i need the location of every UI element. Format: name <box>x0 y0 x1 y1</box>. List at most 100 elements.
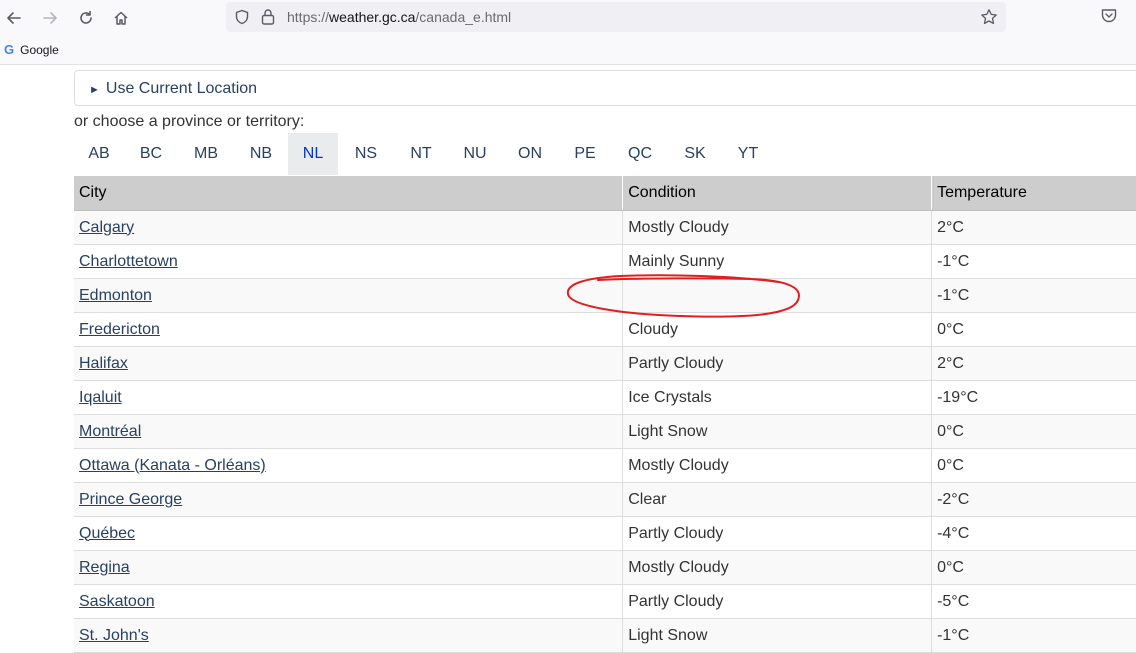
table-row: Québec Partly Cloudy -4°C <box>74 516 1136 551</box>
temperature-cell: 0°C <box>931 414 1136 449</box>
temperature-cell: -19°C <box>931 380 1136 415</box>
url-prefix: https:// <box>287 9 330 25</box>
province-tab-nl[interactable]: NL <box>288 133 338 175</box>
table-row: Ottawa (Kanata - Orléans) Mostly Cloudy 0°… <box>74 448 1136 483</box>
temperature-cell: -4°C <box>931 516 1136 551</box>
city-link[interactable]: Saskatoon <box>79 593 155 610</box>
province-tab-pe[interactable]: PE <box>558 133 612 175</box>
province-tab-label: ON <box>518 145 542 162</box>
temperature-cell: -5°C <box>931 584 1136 619</box>
table-row: St. John's Light Snow -1°C <box>74 618 1136 653</box>
shield-icon[interactable] <box>234 9 250 25</box>
condition-cell: Mostly Cloudy <box>622 210 933 245</box>
temperature-column-header[interactable]: Temperature <box>931 176 1136 211</box>
province-tab-label: MB <box>194 145 218 162</box>
pocket-icon[interactable] <box>1100 7 1118 25</box>
province-tab-yt[interactable]: YT <box>722 133 774 175</box>
province-tab-label: NS <box>354 145 378 162</box>
province-tab-sk[interactable]: SK <box>668 133 722 175</box>
temperature-cell: -1°C <box>931 278 1136 313</box>
forward-button[interactable] <box>36 4 64 32</box>
browser-toolbar: https://weather.gc.ca/canada_e.html <box>0 0 1136 36</box>
condition-cell: Partly Cloudy <box>622 346 933 381</box>
city-cell: Québec <box>74 516 624 551</box>
condition-cell: Partly Cloudy <box>622 584 933 619</box>
city-link[interactable]: Ottawa (Kanata - Orléans) <box>79 457 266 474</box>
table-row: Calgary Mostly Cloudy 2°C <box>74 210 1136 245</box>
url-host: weather.gc.ca <box>329 9 416 25</box>
back-arrow-icon <box>7 12 21 24</box>
condition-cell: Light Snow <box>622 414 933 449</box>
condition-cell: Mostly Cloudy <box>622 448 933 483</box>
back-button[interactable] <box>0 4 28 32</box>
province-tab-nb[interactable]: NB <box>234 133 288 175</box>
city-link[interactable]: Québec <box>79 525 135 542</box>
province-tab-label: AB <box>88 145 110 162</box>
temperature-cell: 0°C <box>931 448 1136 483</box>
url-text[interactable]: https://weather.gc.ca/canada_e.html <box>287 9 511 25</box>
province-tab-nt[interactable]: NT <box>394 133 448 175</box>
bookmark-label: Google <box>20 42 59 57</box>
province-tab-label: SK <box>684 145 706 162</box>
reload-button[interactable] <box>72 4 100 32</box>
forward-arrow-icon <box>43 12 57 24</box>
city-link[interactable]: Charlottetown <box>79 253 178 270</box>
table-row: Montréal Light Snow 0°C <box>74 414 1136 449</box>
temperature-cell: -1°C <box>931 618 1136 653</box>
city-link[interactable]: Regina <box>79 559 130 576</box>
condition-column-header[interactable]: Condition <box>622 176 933 211</box>
province-tab-label: PE <box>574 145 596 162</box>
use-current-location-summary[interactable]: ► Use Current Location <box>89 80 257 98</box>
city-cell: Iqaluit <box>74 380 624 415</box>
province-tab-qc[interactable]: QC <box>612 133 668 175</box>
city-cell: Edmonton <box>74 278 624 313</box>
city-link[interactable]: Halifax <box>79 355 128 372</box>
province-tab-nu[interactable]: NU <box>448 133 502 175</box>
temperature-cell: 2°C <box>931 210 1136 245</box>
city-link[interactable]: Fredericton <box>79 321 160 338</box>
city-cell: Fredericton <box>74 312 624 347</box>
google-icon: G <box>4 42 15 57</box>
bookmark-google[interactable]: G Google <box>4 42 59 57</box>
city-link[interactable]: Montréal <box>79 423 141 440</box>
home-button[interactable] <box>107 4 135 32</box>
city-cell: Charlottetown <box>74 244 624 279</box>
temperature-cell: 0°C <box>931 550 1136 585</box>
province-tab-label: NT <box>410 145 432 162</box>
table-row: Fredericton Cloudy 0°C <box>74 312 1136 347</box>
city-weather-table: City Condition Temperature Calgary Mostly… <box>74 176 1136 653</box>
province-tab-ns[interactable]: NS <box>338 133 394 175</box>
city-link[interactable]: St. John's <box>79 627 149 644</box>
province-tab-bc[interactable]: BC <box>124 133 178 175</box>
table-row: Saskatoon Partly Cloudy -5°C <box>74 584 1136 619</box>
address-bar[interactable]: https://weather.gc.ca/canada_e.html <box>226 2 1006 32</box>
use-current-location-panel[interactable]: ► Use Current Location <box>74 70 1136 106</box>
city-cell: Saskatoon <box>74 584 624 619</box>
condition-cell: Mainly Sunny <box>622 244 933 279</box>
table-header-row: City Condition Temperature <box>74 176 1136 211</box>
table-row: Halifax Partly Cloudy 2°C <box>74 346 1136 381</box>
city-link[interactable]: Iqaluit <box>79 389 122 406</box>
city-cell: Montréal <box>74 414 624 449</box>
bookmarks-bar: G Google <box>0 36 1136 65</box>
table-row: Iqaluit Ice Crystals -19°C <box>74 380 1136 415</box>
city-link[interactable]: Calgary <box>79 219 134 236</box>
reload-icon <box>80 10 92 24</box>
city-link[interactable]: Prince George <box>79 491 182 508</box>
city-cell: St. John's <box>74 618 624 653</box>
province-tab-ab[interactable]: AB <box>74 133 124 175</box>
city-link[interactable]: Edmonton <box>79 287 152 304</box>
province-tab-label: BC <box>139 145 163 162</box>
city-column-header[interactable]: City <box>74 176 624 211</box>
lock-icon[interactable] <box>260 8 276 26</box>
temperature-cell: 0°C <box>931 312 1136 347</box>
city-cell: Regina <box>74 550 624 585</box>
table-row: Regina Mostly Cloudy 0°C <box>74 550 1136 585</box>
table-row: Charlottetown Mainly Sunny -1°C <box>74 244 1136 279</box>
bookmark-star-icon[interactable] <box>980 8 998 26</box>
condition-cell: Partly Cloudy <box>622 516 933 551</box>
province-tab-on[interactable]: ON <box>502 133 558 175</box>
condition-cell: Ice Crystals <box>622 380 933 415</box>
temperature-cell: 2°C <box>931 346 1136 381</box>
province-tab-mb[interactable]: MB <box>178 133 234 175</box>
